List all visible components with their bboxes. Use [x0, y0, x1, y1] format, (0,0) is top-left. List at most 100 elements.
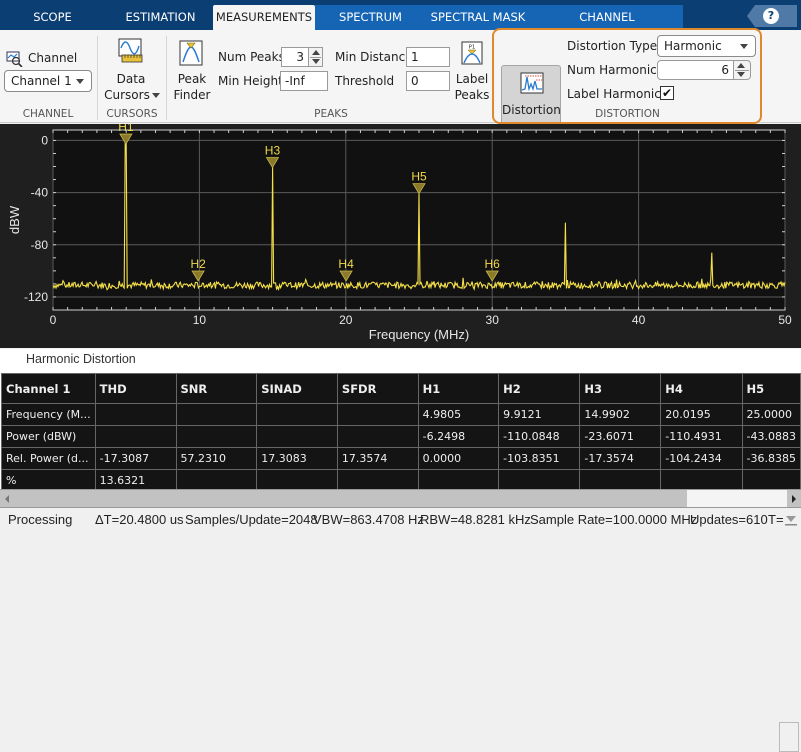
y-tick-label: -40: [31, 186, 49, 200]
y-axis-label: dBW: [7, 205, 22, 234]
section-label-peaks: PEAKS: [314, 108, 348, 120]
status-sample-rate: Sample Rate=100.0000 MHz: [530, 512, 698, 527]
row-label: Frequency (M...: [1, 403, 96, 426]
scroll-left-icon[interactable]: [5, 495, 9, 503]
status-samples-per-update: Samples/Update=2048: [185, 512, 318, 527]
table-cell: [256, 425, 338, 448]
toolstrip-tab-bar: SCOPE ESTIMATION MEASUREMENTS SPECTRUM S…: [0, 0, 801, 49]
scrollbar-track[interactable]: [687, 490, 787, 507]
min-height-input[interactable]: -Inf: [280, 71, 328, 91]
table-cell: [336, 403, 419, 426]
scroll-right-icon[interactable]: [792, 495, 796, 503]
tab-spectral-mask[interactable]: SPECTRAL MASK: [428, 5, 528, 30]
column-header-channel-1[interactable]: Channel 1: [1, 373, 96, 404]
table-cell: 17.3083: [256, 447, 338, 470]
table-cell: -23.6071: [579, 425, 662, 448]
label-peaks-icon: P1: [461, 41, 483, 65]
table-cell: [256, 403, 338, 426]
table-cell: -110.0848: [498, 425, 581, 448]
min-distance-input[interactable]: 1: [406, 47, 450, 67]
harmonic-marker-label: H5: [411, 170, 427, 184]
harmonic-distortion-panel: Harmonic Distortion Channel 1 THD SNR SINAD…: [0, 349, 801, 752]
row-label: Power (dBW): [1, 425, 96, 448]
channel-label: Channel: [28, 51, 78, 65]
column-header-h5[interactable]: H5: [741, 373, 801, 404]
section-label-cursors: CURSORS: [106, 108, 158, 120]
peak-finder-label-line2: Finder: [173, 88, 211, 102]
column-header-h4[interactable]: H4: [660, 373, 743, 404]
channel-dropdown[interactable]: Channel 1: [4, 70, 92, 92]
table-cell: [94, 425, 177, 448]
peak-finder-label-line1: Peak: [177, 72, 207, 86]
x-tick-label: 0: [50, 313, 57, 327]
chevron-down-icon: [152, 93, 160, 98]
table-cell: 25.0000: [741, 403, 801, 426]
tab-scope[interactable]: SCOPE: [0, 5, 105, 30]
section-label-channel: CHANNEL: [22, 108, 74, 120]
data-cursors-icon: [118, 38, 143, 63]
x-tick-label: 20: [339, 313, 353, 327]
table-cell: -104.2434: [660, 447, 743, 470]
peak-finder-icon: [179, 40, 203, 66]
channel-select-icon: [6, 51, 23, 67]
tab-channel-measurements[interactable]: CHANNEL MEASUREMENTS: [533, 5, 681, 49]
table-title: Harmonic Distortion: [26, 352, 136, 366]
status-rbw: RBW=48.8281 kHz: [420, 512, 531, 527]
tab-spectrum[interactable]: SPECTRUM: [318, 5, 423, 30]
column-header-snr[interactable]: SNR: [175, 373, 258, 404]
table-horizontal-scrollbar[interactable]: [0, 489, 801, 507]
threshold-input[interactable]: 0: [406, 71, 450, 91]
table-cell: [94, 403, 177, 426]
x-axis-label: Frequency (MHz): [369, 327, 469, 342]
min-height-label: Min Height: [218, 74, 283, 88]
harmonic-marker-label: H3: [265, 144, 281, 158]
spectrum-plot[interactable]: 0 10 20 30 40 50 0 -40 -80 -120 H1 H2 H3 H4 H5 H6 Freq…: [0, 120, 801, 348]
data-cursors-label-line1: Data: [116, 72, 146, 86]
label-peaks-label-line1: Label: [455, 72, 489, 86]
x-tick-label: 30: [486, 313, 500, 327]
num-peaks-input[interactable]: 3: [281, 47, 309, 67]
table-cell: -43.0883: [741, 425, 801, 448]
table-cell: [175, 403, 258, 426]
table-cell: 14.9902: [579, 403, 662, 426]
distortion-section-highlight: [492, 28, 762, 124]
column-header-sfdr[interactable]: SFDR: [336, 373, 419, 404]
num-peaks-stepper[interactable]: [309, 47, 323, 67]
y-tick-label: 0: [41, 133, 48, 147]
x-tick-label: 50: [778, 313, 792, 327]
column-header-sinad[interactable]: SINAD: [256, 373, 338, 404]
column-header-h1[interactable]: H1: [417, 373, 500, 404]
status-truncated: T=: [768, 512, 784, 527]
y-tick-label: -80: [31, 238, 49, 252]
harmonic-distortion-table: Channel 1 THD SNR SINAD SFDR H1 H2 H3 H4 H5 Frequ…: [1, 373, 801, 492]
table-row: Power (dBW) -6.2498 -110.0848 -23.6071 -110.…: [1, 425, 801, 448]
tab-measurements[interactable]: MEASUREMENTS: [213, 5, 315, 30]
table-cell: -36.8385: [741, 447, 801, 470]
table-cell: 9.9121: [498, 403, 581, 426]
threshold-label: Threshold: [335, 74, 395, 88]
tab-estimation[interactable]: ESTIMATION: [108, 5, 213, 30]
status-updates: Updates=610: [690, 512, 768, 527]
table-cell: 20.0195: [660, 403, 743, 426]
table-cell: 0.0000: [417, 447, 500, 470]
label-peaks-label-line2: Peaks: [454, 88, 490, 102]
harmonic-marker-label: H4: [338, 257, 354, 271]
status-delta-t: ΔT=20.4800 us: [95, 512, 184, 527]
table-cell: 4.9805: [417, 403, 500, 426]
min-distance-label: Min Distance: [335, 50, 413, 64]
status-vbw: VBW=863.4708 Hz: [313, 512, 424, 527]
x-tick-label: 10: [193, 313, 207, 327]
table-vertical-scrollbar[interactable]: [779, 722, 799, 752]
table-cell: [336, 425, 419, 448]
chevron-down-icon: [76, 79, 84, 84]
table-cell: -103.8351: [498, 447, 581, 470]
harmonic-marker-label: H1: [118, 124, 134, 134]
section-divider: [166, 36, 167, 120]
column-header-h3[interactable]: H3: [579, 373, 662, 404]
status-expand-icon[interactable]: [785, 515, 797, 526]
column-header-thd[interactable]: THD: [94, 373, 177, 404]
help-icon[interactable]: ?: [763, 8, 779, 24]
table-cell: -110.4931: [660, 425, 743, 448]
column-header-h2[interactable]: H2: [498, 373, 581, 404]
row-label: Rel. Power (d...: [1, 447, 96, 470]
